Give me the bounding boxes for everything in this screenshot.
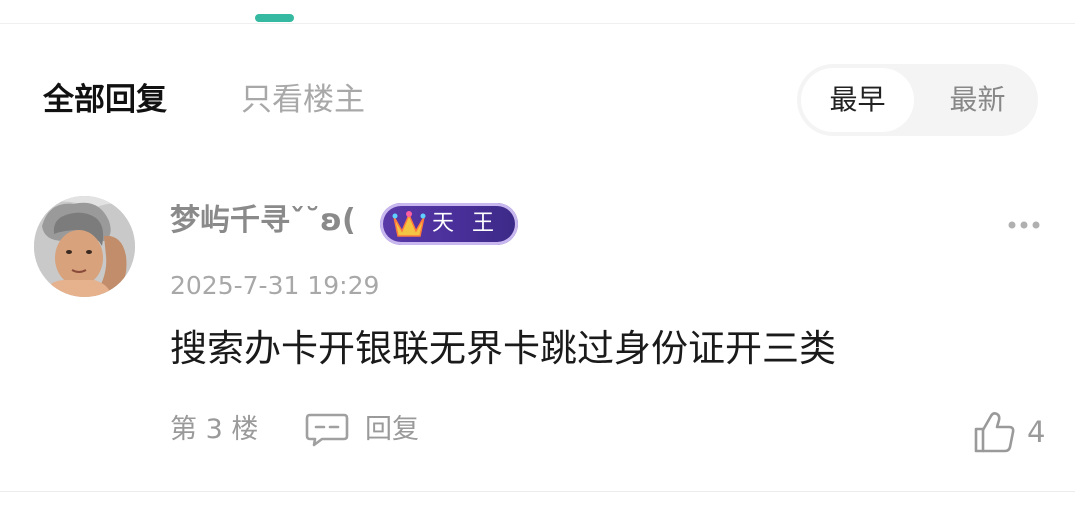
rank-badge: 天王 [380, 203, 518, 245]
reply-button[interactable]: 回复 [304, 409, 434, 451]
crown-icon [392, 211, 426, 237]
like-count: 4 [1027, 415, 1046, 449]
bottom-divider [0, 491, 1075, 492]
comments-page: 全部回复 只看楼主 最早 最新 梦屿千寻ˇ˘ʚ( 天王 2025-7-31 19… [0, 0, 1075, 507]
top-divider [0, 23, 1075, 24]
more-dots-icon[interactable] [1006, 215, 1042, 235]
reply-label: 回复 [365, 414, 419, 445]
badge-label: 天王 [432, 211, 513, 236]
sort-toggle: 最早 最新 [797, 64, 1038, 136]
post-timestamp: 2025-7-31 19:29 [170, 271, 380, 300]
post-content: 搜索办卡开银联无界卡跳过身份证开三类 [170, 327, 836, 370]
avatar[interactable] [34, 196, 135, 297]
username[interactable]: 梦屿千寻ˇ˘ʚ( [170, 199, 356, 243]
comment-bubble-icon [305, 413, 349, 447]
filter-all-replies[interactable]: 全部回复 [43, 78, 167, 122]
active-tab-indicator [255, 14, 294, 22]
sort-latest-button[interactable]: 最新 [921, 68, 1034, 132]
like-button[interactable]: 4 [972, 408, 1052, 456]
filter-op-only[interactable]: 只看楼主 [241, 78, 365, 122]
floor-number: 第 3 楼 [170, 414, 259, 445]
sort-earliest-button[interactable]: 最早 [801, 68, 914, 132]
thumbs-up-icon [974, 412, 1015, 453]
